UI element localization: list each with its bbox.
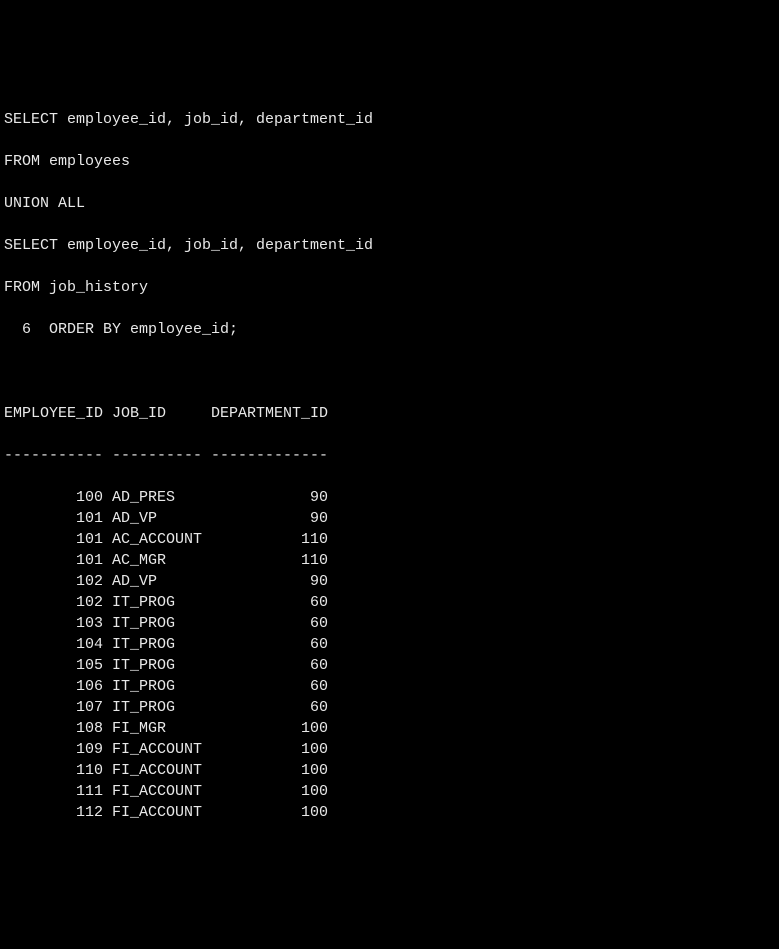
- result-row: 106 IT_PROG 60: [4, 676, 775, 697]
- result-row: 101 AC_ACCOUNT 110: [4, 529, 775, 550]
- sql-line-6: 6 ORDER BY employee_id;: [4, 319, 775, 340]
- result-row: 111 FI_ACCOUNT 100: [4, 781, 775, 802]
- result-row: 101 AC_MGR 110: [4, 550, 775, 571]
- result-row: 101 AD_VP 90: [4, 508, 775, 529]
- result-row: 103 IT_PROG 60: [4, 613, 775, 634]
- sql-line-5: FROM job_history: [4, 277, 775, 298]
- terminal-output: SELECT employee_id, job_id, department_i…: [4, 88, 775, 844]
- sql-line-3: UNION ALL: [4, 193, 775, 214]
- result-row: 110 FI_ACCOUNT 100: [4, 760, 775, 781]
- result-row: 107 IT_PROG 60: [4, 697, 775, 718]
- blank-line: [4, 361, 775, 382]
- result-rows: 100 AD_PRES 90 101 AD_VP 90 101 AC_ACCOU…: [4, 487, 775, 823]
- result-row: 112 FI_ACCOUNT 100: [4, 802, 775, 823]
- result-row: 104 IT_PROG 60: [4, 634, 775, 655]
- sql-line-4: SELECT employee_id, job_id, department_i…: [4, 235, 775, 256]
- result-row: 109 FI_ACCOUNT 100: [4, 739, 775, 760]
- result-row: 102 IT_PROG 60: [4, 592, 775, 613]
- result-header: EMPLOYEE_ID JOB_ID DEPARTMENT_ID: [4, 403, 775, 424]
- sql-line-1: SELECT employee_id, job_id, department_i…: [4, 109, 775, 130]
- result-row: 105 IT_PROG 60: [4, 655, 775, 676]
- sql-line-2: FROM employees: [4, 151, 775, 172]
- result-separator: ----------- ---------- -------------: [4, 445, 775, 466]
- result-row: 100 AD_PRES 90: [4, 487, 775, 508]
- result-row: 102 AD_VP 90: [4, 571, 775, 592]
- result-row: 108 FI_MGR 100: [4, 718, 775, 739]
